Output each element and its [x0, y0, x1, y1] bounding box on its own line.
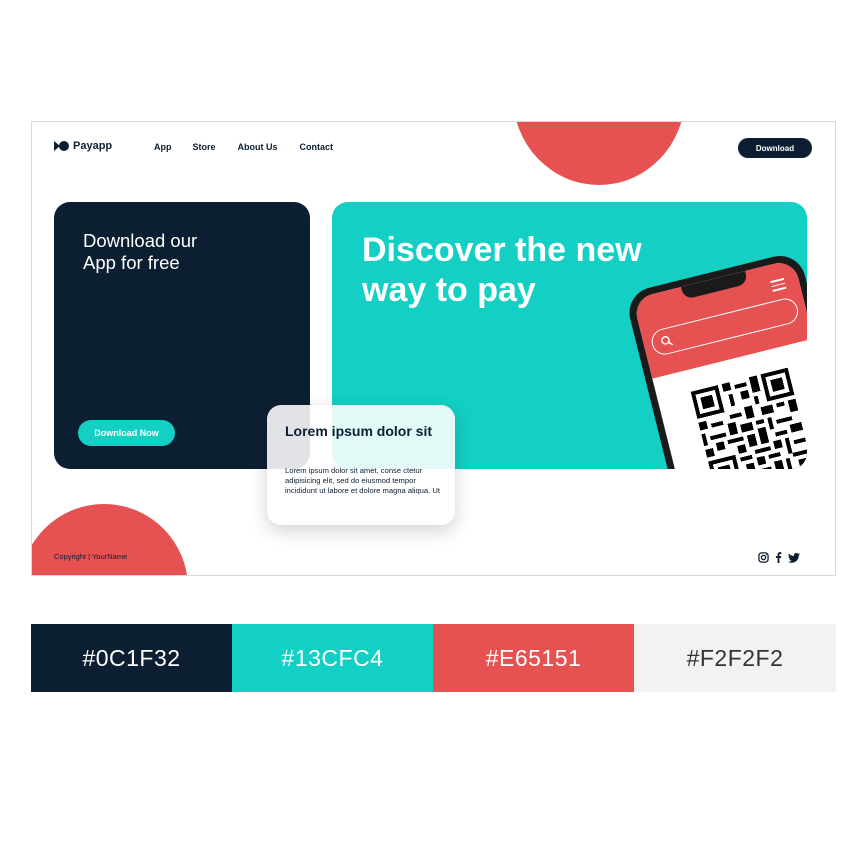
payapp-logo-icon [54, 141, 69, 151]
decorative-circle-bottom [32, 504, 188, 575]
palette-swatch-coral: #E65151 [433, 624, 634, 692]
twitter-icon[interactable] [788, 552, 800, 563]
decorative-circle-top [513, 122, 685, 185]
palette-swatch-navy: #0C1F32 [31, 624, 232, 692]
main-nav: App Store About Us Contact [154, 142, 355, 152]
phone-notch [681, 271, 749, 300]
nav-link-store[interactable]: Store [193, 142, 216, 152]
instagram-icon[interactable] [758, 552, 769, 563]
phone-search-bar [648, 295, 801, 358]
nav-link-contact[interactable]: Contact [300, 142, 334, 152]
facebook-icon[interactable] [775, 552, 782, 563]
logo[interactable]: Payapp [54, 140, 112, 152]
search-icon [659, 333, 675, 353]
qr-code-icon [690, 367, 807, 469]
copyright-text: Copyright | YourName [54, 552, 128, 561]
nav-link-about-us[interactable]: About Us [238, 142, 278, 152]
logo-text: Payapp [73, 140, 113, 152]
hero-title: Discover the new way to pay [362, 231, 642, 309]
landing-page-mockup: Payapp App Store About Us Contact Downlo… [31, 121, 836, 576]
palette-swatch-teal: #13CFC4 [232, 624, 433, 692]
menu-icon [770, 277, 787, 294]
download-promo-title: Download our App for free [83, 230, 198, 273]
social-links [758, 552, 800, 563]
palette-swatch-light-gray: #F2F2F2 [634, 624, 836, 692]
info-card-title: Lorem ipsum dolor sit [285, 423, 433, 439]
info-card-body: Lorem ipsum dolor sit amet, conse ctetur… [285, 466, 440, 495]
color-palette: #0C1F32 #13CFC4 #E65151 #F2F2F2 [31, 624, 836, 692]
nav-link-app[interactable]: App [154, 142, 172, 152]
phone-screen [632, 258, 807, 469]
phone-app-header [632, 258, 807, 379]
download-now-button[interactable]: Download Now [78, 420, 175, 446]
info-card: Lorem ipsum dolor sit Lorem ipsum dolor … [267, 405, 455, 525]
header-download-button[interactable]: Download [738, 138, 812, 158]
